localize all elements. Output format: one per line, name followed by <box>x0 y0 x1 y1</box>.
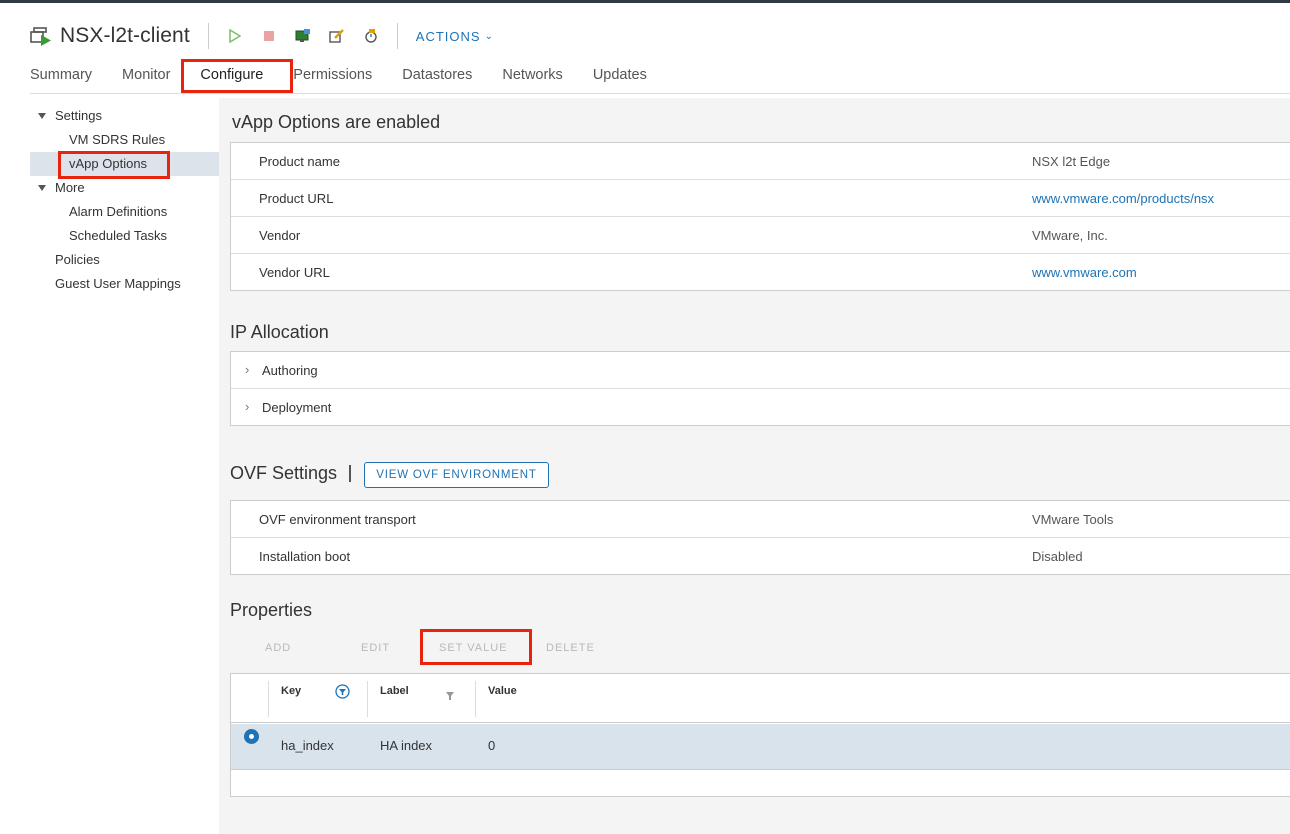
ip-deployment-row[interactable]: › Deployment <box>231 389 1290 426</box>
cell-label: HA index <box>380 738 433 753</box>
row-key: Vendor <box>259 228 301 243</box>
page-title: NSX-l2t-client <box>60 24 190 47</box>
column-header-value[interactable]: Value <box>488 685 517 697</box>
table-row[interactable]: ha_index HA index 0 <box>231 724 1290 770</box>
tab-bar: Summary Monitor Configure Permissions Da… <box>30 64 677 86</box>
vm-icon <box>30 25 52 47</box>
chevron-right-icon[interactable]: › <box>245 399 249 414</box>
console-icon[interactable] <box>295 28 311 44</box>
cell-value: 0 <box>488 738 496 753</box>
actions-menu[interactable]: ACTIONS ⌄ <box>416 29 494 44</box>
header-divider <box>207 23 209 49</box>
row-ovf-transport: OVF environment transport VMware Tools <box>231 501 1290 538</box>
ovf-settings-panel: OVF environment transport VMware Tools I… <box>230 500 1290 575</box>
chevron-down-icon: ⌄ <box>484 30 494 42</box>
sidebar-group-more[interactable]: More <box>38 180 85 196</box>
filter-icon[interactable] <box>445 688 455 706</box>
caret-down-icon <box>38 184 46 191</box>
product-url-link[interactable]: www.vmware.com/products/nsx <box>1032 191 1214 206</box>
snapshot-icon[interactable] <box>363 28 379 44</box>
properties-title: Properties <box>230 600 313 620</box>
column-header-label[interactable]: Label <box>380 685 409 697</box>
sidebar-item-alarm-definitions[interactable]: Alarm Definitions <box>69 204 167 220</box>
sidebar-more-label: More <box>55 180 85 195</box>
row-label: Authoring <box>262 363 318 378</box>
row-label: Deployment <box>262 400 332 415</box>
row-vendor-url: Vendor URL www.vmware.com <box>231 254 1290 291</box>
tab-permissions[interactable]: Permissions <box>293 64 372 86</box>
tab-datastores[interactable]: Datastores <box>402 64 472 86</box>
tab-updates[interactable]: Updates <box>593 64 647 86</box>
grid-header: Key Label Value <box>231 674 1290 723</box>
properties-grid: Key Label Value ha_index HA index 0 <box>230 673 1290 797</box>
edit-button[interactable]: EDIT <box>361 642 390 654</box>
tab-summary[interactable]: Summary <box>30 64 92 86</box>
power-on-icon[interactable] <box>227 28 243 44</box>
sidebar-item-scheduled-tasks[interactable]: Scheduled Tasks <box>69 228 167 244</box>
set-value-button[interactable]: SET VALUE <box>439 642 508 654</box>
row-key: Vendor URL <box>259 265 330 280</box>
tab-configure[interactable]: Configure <box>200 64 263 86</box>
row-value: Disabled <box>1032 549 1083 564</box>
caret-down-icon <box>38 112 46 119</box>
row-product-url: Product URL www.vmware.com/products/nsx <box>231 180 1290 217</box>
sidebar-item-guest-user-mappings[interactable]: Guest User Mappings <box>55 276 181 292</box>
delete-button[interactable]: DELETE <box>546 642 595 654</box>
row-value: VMware Tools <box>1032 512 1114 527</box>
column-header-key[interactable]: Key <box>281 685 301 697</box>
ip-authoring-row[interactable]: › Authoring <box>231 352 1290 389</box>
row-radio-selected[interactable] <box>244 729 259 744</box>
row-value: VMware, Inc. <box>1032 228 1108 243</box>
add-button[interactable]: ADD <box>265 642 291 654</box>
vapp-properties-panel: Product name NSX l2t Edge Product URL ww… <box>230 142 1290 291</box>
ovf-settings-title: OVF Settings <box>230 463 338 483</box>
view-ovf-environment-button[interactable]: VIEW OVF ENVIRONMENT <box>364 462 549 488</box>
filter-icon[interactable] <box>335 684 350 704</box>
object-header: NSX-l2t-client ACTIONS ⌄ <box>30 22 494 50</box>
ip-allocation-title: IP Allocation <box>230 322 329 342</box>
top-border <box>0 0 1290 3</box>
row-key: OVF environment transport <box>259 512 416 527</box>
ip-allocation-panel: › Authoring › Deployment <box>230 351 1290 426</box>
tab-monitor[interactable]: Monitor <box>122 64 170 86</box>
row-key: Product name <box>259 154 340 169</box>
row-installation-boot: Installation boot Disabled <box>231 538 1290 575</box>
power-off-icon[interactable] <box>261 28 277 44</box>
tabs-divider <box>30 93 1290 94</box>
row-vendor: Vendor VMware, Inc. <box>231 217 1290 254</box>
edit-settings-icon[interactable] <box>329 28 345 44</box>
row-product-name: Product name NSX l2t Edge <box>231 143 1290 180</box>
cell-key: ha_index <box>281 738 334 753</box>
row-key: Installation boot <box>259 549 351 564</box>
chevron-right-icon[interactable]: › <box>245 362 249 377</box>
sidebar-item-vapp-options[interactable]: vApp Options <box>69 156 147 172</box>
column-divider <box>367 681 368 717</box>
sidebar-item-policies[interactable]: Policies <box>55 252 100 268</box>
title-separator <box>349 465 351 482</box>
column-divider <box>268 681 269 717</box>
sidebar-item-vm-sdrs-rules[interactable]: VM SDRS Rules <box>69 132 165 148</box>
tab-networks[interactable]: Networks <box>502 64 562 86</box>
row-value: NSX l2t Edge <box>1032 154 1111 169</box>
row-key: Product URL <box>259 191 334 206</box>
sidebar-settings-label: Settings <box>55 108 102 123</box>
sidebar-group-settings[interactable]: Settings <box>38 108 102 124</box>
actions-label: ACTIONS <box>415 28 481 44</box>
vapp-section-title: vApp Options are enabled <box>232 112 441 132</box>
column-divider <box>475 681 476 717</box>
vendor-url-link[interactable]: www.vmware.com <box>1032 265 1137 280</box>
header-divider-2 <box>396 23 398 49</box>
